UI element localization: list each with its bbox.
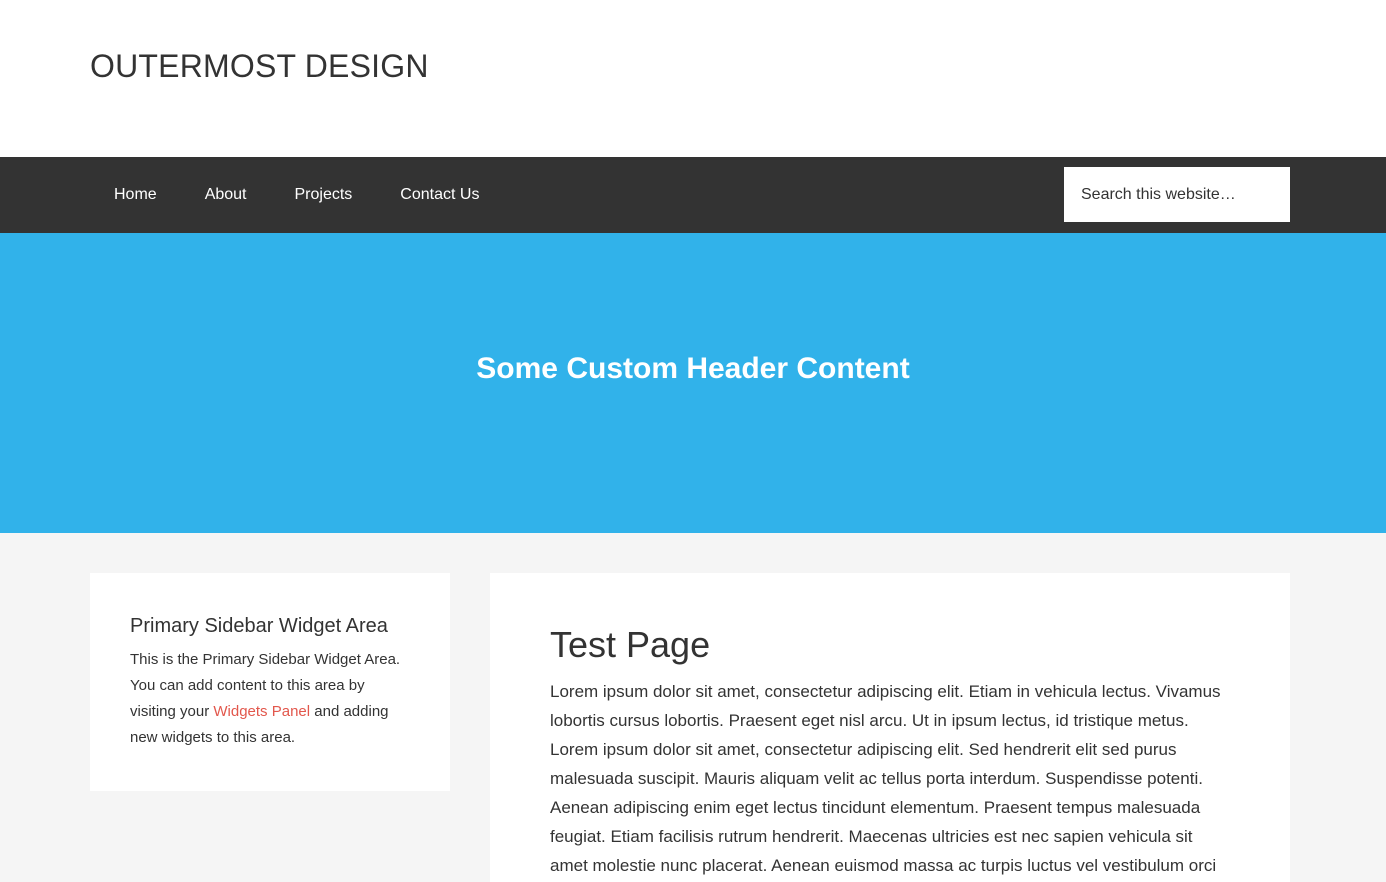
primary-navigation: Home About Projects Contact Us — [0, 157, 1386, 233]
nav-menu: Home About Projects Contact Us — [90, 157, 503, 233]
widget-title: Primary Sidebar Widget Area — [130, 615, 388, 637]
nav-item-projects[interactable]: Projects — [271, 157, 377, 233]
hero-title: Some Custom Header Content — [476, 352, 910, 385]
search-input[interactable] — [1064, 167, 1290, 222]
widgets-panel-link[interactable]: Widgets Panel — [213, 703, 310, 720]
nav-item-about[interactable]: About — [181, 157, 271, 233]
site-title-link[interactable]: OUTERMOST DESIGN — [90, 44, 429, 88]
custom-header-section: Some Custom Header Content — [0, 233, 1386, 533]
primary-sidebar-widget: Primary Sidebar Widget Area This is the … — [90, 573, 450, 791]
site-header: OUTERMOST DESIGN — [0, 0, 1386, 157]
entry-content: Lorem ipsum dolor sit amet, consectetur … — [550, 682, 1221, 875]
main-content: Test Page Lorem ipsum dolor sit amet, co… — [490, 573, 1290, 882]
nav-item-home[interactable]: Home — [90, 157, 181, 233]
nav-item-contact-us[interactable]: Contact Us — [376, 157, 503, 233]
widget-text: This is the Primary Sidebar Widget Area.… — [130, 647, 410, 751]
page-title: Test Page — [550, 624, 711, 665]
